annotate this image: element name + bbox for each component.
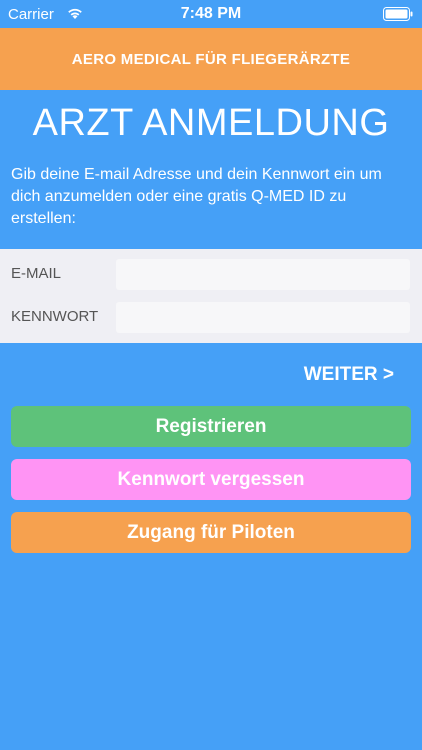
page-title: ARZT ANMELDUNG <box>32 102 390 144</box>
password-row: KENNWORT <box>0 296 422 338</box>
next-button[interactable]: WEITER > <box>304 364 394 386</box>
status-bar: Carrier 7:48 PM <box>0 0 422 28</box>
email-row: E-MAIL <box>0 253 422 295</box>
forgot-password-button[interactable]: Kennwort vergessen <box>11 459 411 500</box>
status-time: 7:48 PM <box>180 5 242 22</box>
banner-title: AERO MEDICAL FÜR FLIEGERÄRZTE <box>71 50 351 68</box>
app-banner: AERO MEDICAL FÜR FLIEGERÄRZTE <box>0 28 422 90</box>
password-field[interactable] <box>116 302 410 333</box>
email-field[interactable] <box>116 259 410 290</box>
register-button[interactable]: Registrieren <box>11 406 411 447</box>
intro-text: Gib deine E-mail Adresse und dein Kennwo… <box>11 166 382 227</box>
pilot-access-button[interactable]: Zugang für Piloten <box>11 512 411 553</box>
email-label: E-MAIL <box>11 265 62 282</box>
battery-icon <box>383 7 413 21</box>
password-label: KENNWORT <box>11 308 99 325</box>
login-form: E-MAIL KENNWORT <box>0 249 422 343</box>
